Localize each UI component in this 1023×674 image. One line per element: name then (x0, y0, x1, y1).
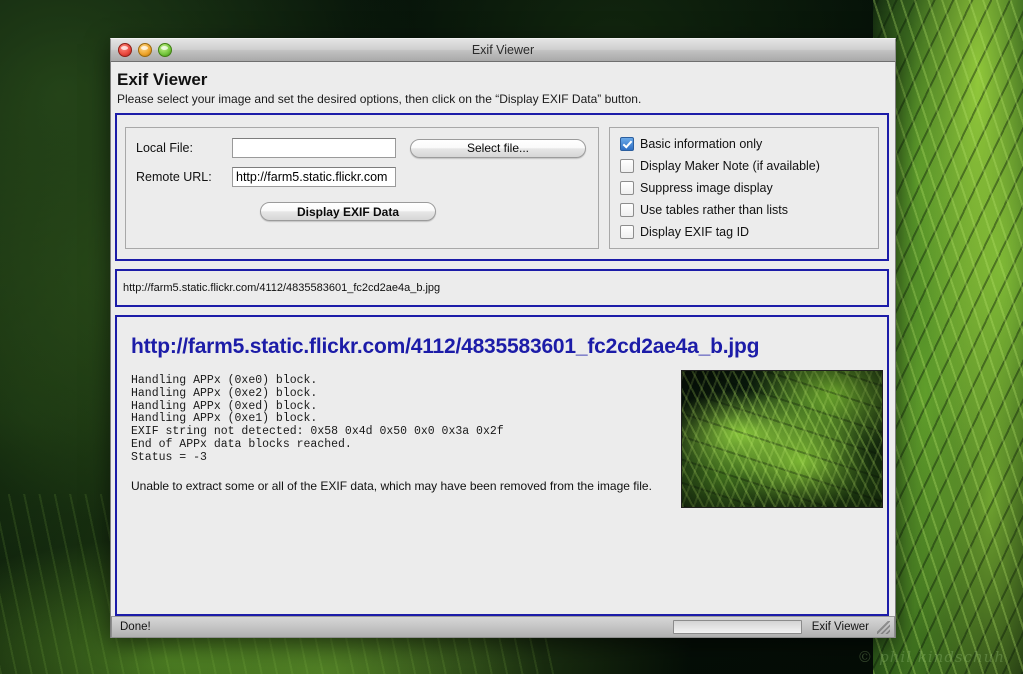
status-bar: Done! Exif Viewer (111, 616, 895, 638)
checkbox-icon[interactable] (620, 203, 634, 217)
option-label: Suppress image display (640, 181, 773, 195)
remote-url-input[interactable] (232, 167, 396, 187)
window-title: Exif Viewer (471, 43, 535, 57)
option-display-exif-tag-id[interactable]: Display EXIF tag ID (620, 225, 868, 239)
remote-url-label: Remote URL: (136, 170, 212, 184)
options-region: Local File: Select file... Remote URL: D… (115, 113, 889, 261)
option-suppress-image-display[interactable]: Suppress image display (620, 181, 868, 195)
minimize-icon[interactable] (138, 43, 152, 57)
display-exif-data-button[interactable]: Display EXIF Data (260, 202, 436, 221)
photographer-watermark: © phil kindschuh (857, 648, 1005, 666)
progress-bar (672, 620, 802, 634)
option-label: Basic information only (640, 137, 763, 151)
close-icon[interactable] (118, 43, 132, 57)
url-echo-bar: http://farm5.static.flickr.com/4112/4835… (115, 269, 889, 307)
checkbox-icon[interactable] (620, 225, 634, 239)
exif-viewer-window: Exif Viewer Exif Viewer Please select yo… (110, 38, 896, 638)
thumbnail-vignette-layer (682, 371, 882, 507)
zoom-icon[interactable] (158, 43, 172, 57)
option-label: Display Maker Note (if available) (640, 159, 820, 173)
options-group: Basic information only Display Maker Not… (609, 127, 879, 249)
option-label: Use tables rather than lists (640, 203, 788, 217)
option-label: Display EXIF tag ID (640, 225, 750, 239)
url-echo-text: http://farm5.static.flickr.com/4112/4835… (123, 282, 441, 294)
fern-photo-thumbnail (681, 370, 883, 508)
resize-grip-icon[interactable] (877, 620, 890, 634)
page-subtitle: Please select your image and set the des… (117, 92, 642, 106)
desktop-background: © phil kindschuh Exif Viewer Exif Viewer… (0, 0, 1023, 674)
window-titlebar[interactable]: Exif Viewer (110, 38, 896, 62)
local-file-input[interactable] (232, 138, 396, 158)
page-title: Exif Viewer (117, 70, 208, 89)
window-content: Exif Viewer Please select your image and… (110, 62, 896, 638)
checkbox-icon[interactable] (620, 159, 634, 173)
checkbox-icon[interactable] (620, 181, 634, 195)
results-region: http://farm5.static.flickr.com/4112/4835… (115, 315, 889, 616)
result-url-heading: http://farm5.static.flickr.com/4112/4835… (131, 335, 760, 358)
checkbox-icon[interactable] (620, 137, 634, 151)
option-use-tables-rather-than-lists[interactable]: Use tables rather than lists (620, 203, 868, 217)
status-app-name: Exif Viewer (811, 621, 869, 633)
option-display-maker-note[interactable]: Display Maker Note (if available) (620, 159, 868, 173)
select-file-button[interactable]: Select file... (410, 138, 586, 158)
display-exif-row: Display EXIF Data (136, 196, 588, 221)
remote-url-row: Remote URL: (136, 167, 588, 187)
option-basic-information-only[interactable]: Basic information only (620, 137, 868, 151)
local-file-row: Local File: Select file... (136, 138, 588, 158)
file-source-group: Local File: Select file... Remote URL: D… (125, 127, 599, 249)
status-message: Done! (120, 621, 151, 633)
local-file-label: Local File: (136, 141, 193, 155)
window-controls (118, 43, 172, 57)
